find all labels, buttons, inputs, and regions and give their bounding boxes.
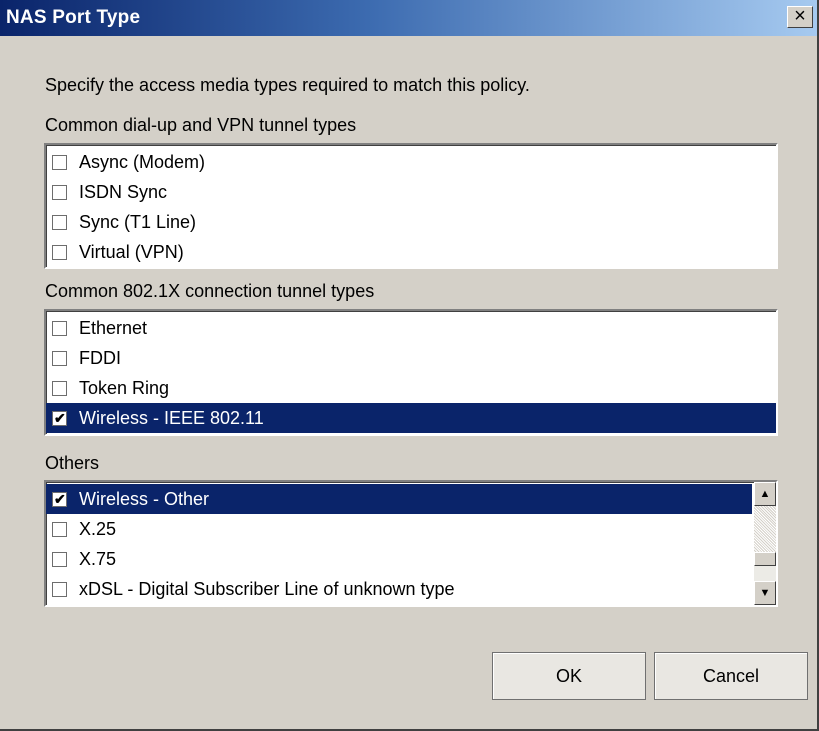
listbox-others[interactable]: ✔ Wireless - Other X.25 X.75 xDSL - Digi… <box>44 480 778 607</box>
scrollbar-track[interactable] <box>754 506 776 552</box>
checkbox[interactable] <box>52 380 67 396</box>
list-item-fddi[interactable]: FDDI <box>46 343 776 373</box>
group-label-802-1x: Common 802.1X connection tunnel types <box>45 281 375 301</box>
listbox-802-1x[interactable]: Ethernet FDDI Token Ring ✔ Wireless - IE… <box>44 309 778 436</box>
checkbox[interactable] <box>52 154 67 170</box>
list-item-async-modem[interactable]: Async (Modem) <box>46 147 776 177</box>
list-item-label: ISDN Sync <box>79 182 168 202</box>
list-item-x25[interactable]: X.25 <box>46 514 752 544</box>
list-item-label: X.25 <box>79 519 117 539</box>
checkbox[interactable] <box>52 551 67 567</box>
cancel-button[interactable]: Cancel <box>654 652 808 700</box>
list-item-isdn-sync[interactable]: ISDN Sync <box>46 177 776 207</box>
checkbox[interactable] <box>52 244 67 260</box>
list-item-sync-t1[interactable]: Sync (T1 Line) <box>46 207 776 237</box>
list-item-label: X.75 <box>79 549 117 569</box>
list-item-label: Sync (T1 Line) <box>79 212 197 232</box>
ok-button[interactable]: OK <box>492 652 646 700</box>
list-item-label: Wireless - IEEE 802.11 <box>76 405 267 431</box>
list-item-label: Async (Modem) <box>79 152 206 172</box>
scroll-up-button[interactable]: ▲ <box>754 482 776 506</box>
list-item-label: xDSL - Digital Subscriber Line of unknow… <box>79 579 455 599</box>
group-label-others: Others <box>45 453 100 473</box>
list-item-label: Virtual (VPN) <box>79 242 184 262</box>
list-item-token-ring[interactable]: Token Ring <box>46 373 776 403</box>
checkbox[interactable] <box>52 320 67 336</box>
checkbox[interactable] <box>52 581 67 597</box>
arrow-up-icon: ▲ <box>759 488 771 500</box>
checkbox[interactable] <box>52 184 67 200</box>
vertical-scrollbar[interactable]: ▲ ▼ <box>754 482 776 605</box>
list-item-x75[interactable]: X.75 <box>46 544 752 574</box>
checkbox[interactable] <box>52 350 67 366</box>
checkmark-icon: ✔ <box>54 490 66 507</box>
list-item-wireless-other[interactable]: ✔ Wireless - Other <box>46 484 752 514</box>
nas-port-type-dialog: NAS Port Type × Specify the access media… <box>0 0 819 731</box>
list-item-wireless-ieee-802-11[interactable]: ✔ Wireless - IEEE 802.11 <box>46 403 776 433</box>
list-item-label: FDDI <box>79 348 121 368</box>
title-bar[interactable]: NAS Port Type × <box>0 0 817 36</box>
listbox-dialup-vpn[interactable]: Async (Modem) ISDN Sync Sync (T1 Line) V… <box>44 143 778 269</box>
checkbox[interactable] <box>52 214 67 230</box>
checkmark-icon: ✔ <box>54 409 66 426</box>
list-item-label: Ethernet <box>79 318 148 338</box>
window-title: NAS Port Type <box>6 7 141 28</box>
list-item-virtual-vpn[interactable]: Virtual (VPN) <box>46 237 776 267</box>
list-item-ethernet[interactable]: Ethernet <box>46 313 776 343</box>
arrow-down-icon: ▼ <box>759 587 771 599</box>
close-icon: × <box>794 5 806 27</box>
list-item-label: Wireless - Other <box>76 486 213 512</box>
checkbox[interactable]: ✔ <box>52 409 67 426</box>
scroll-down-button[interactable]: ▼ <box>754 581 776 605</box>
list-item-label: Token Ring <box>79 378 170 398</box>
list-item-xdsl[interactable]: xDSL - Digital Subscriber Line of unknow… <box>46 574 752 604</box>
checkbox[interactable]: ✔ <box>52 490 67 507</box>
close-button[interactable]: × <box>787 6 813 28</box>
group-label-dialup-vpn: Common dial-up and VPN tunnel types <box>45 115 357 135</box>
instruction-text: Specify the access media types required … <box>45 75 530 95</box>
checkbox[interactable] <box>52 521 67 537</box>
scrollbar-thumb[interactable] <box>754 552 776 566</box>
